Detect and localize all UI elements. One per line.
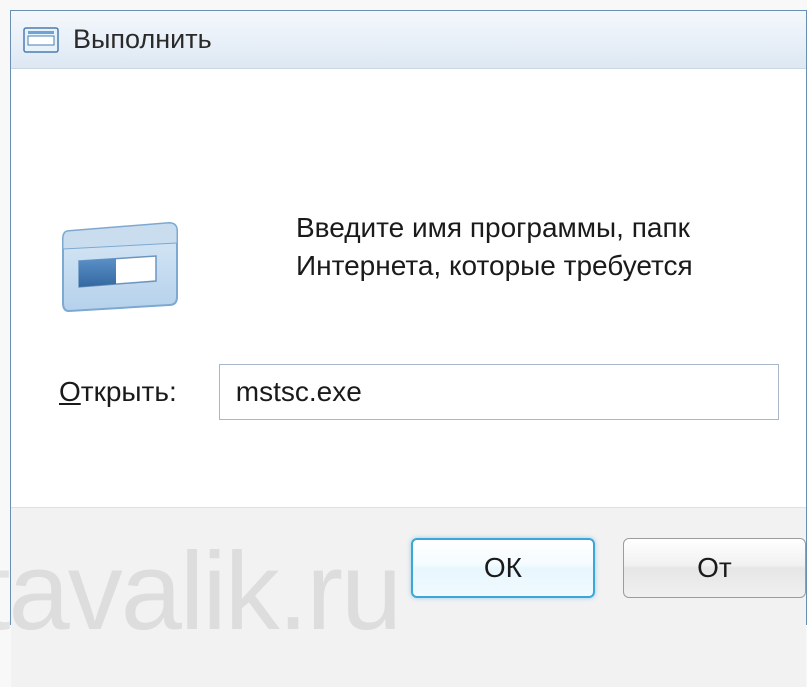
open-row: Открыть:: [59, 364, 779, 420]
run-dialog-window: Выполнить: [10, 10, 807, 625]
run-title-icon: [23, 27, 59, 53]
dialog-client-area: Введите имя программы, папк Интернета, к…: [11, 69, 806, 624]
description-line-2: Интернета, которые требуется: [296, 247, 693, 285]
cancel-button[interactable]: От: [623, 538, 806, 598]
ok-button[interactable]: ОК: [411, 538, 595, 598]
dialog-description: Введите имя программы, папк Интернета, к…: [296, 209, 693, 285]
description-line-1: Введите имя программы, папк: [296, 209, 693, 247]
open-label: Открыть:: [59, 376, 177, 408]
button-bar: ОК От: [11, 507, 806, 687]
titlebar[interactable]: Выполнить: [11, 11, 806, 69]
run-program-icon: [61, 219, 181, 319]
window-title: Выполнить: [73, 24, 212, 55]
open-input[interactable]: [219, 364, 779, 420]
dialog-top-section: Введите имя программы, папк Интернета, к…: [11, 69, 806, 449]
